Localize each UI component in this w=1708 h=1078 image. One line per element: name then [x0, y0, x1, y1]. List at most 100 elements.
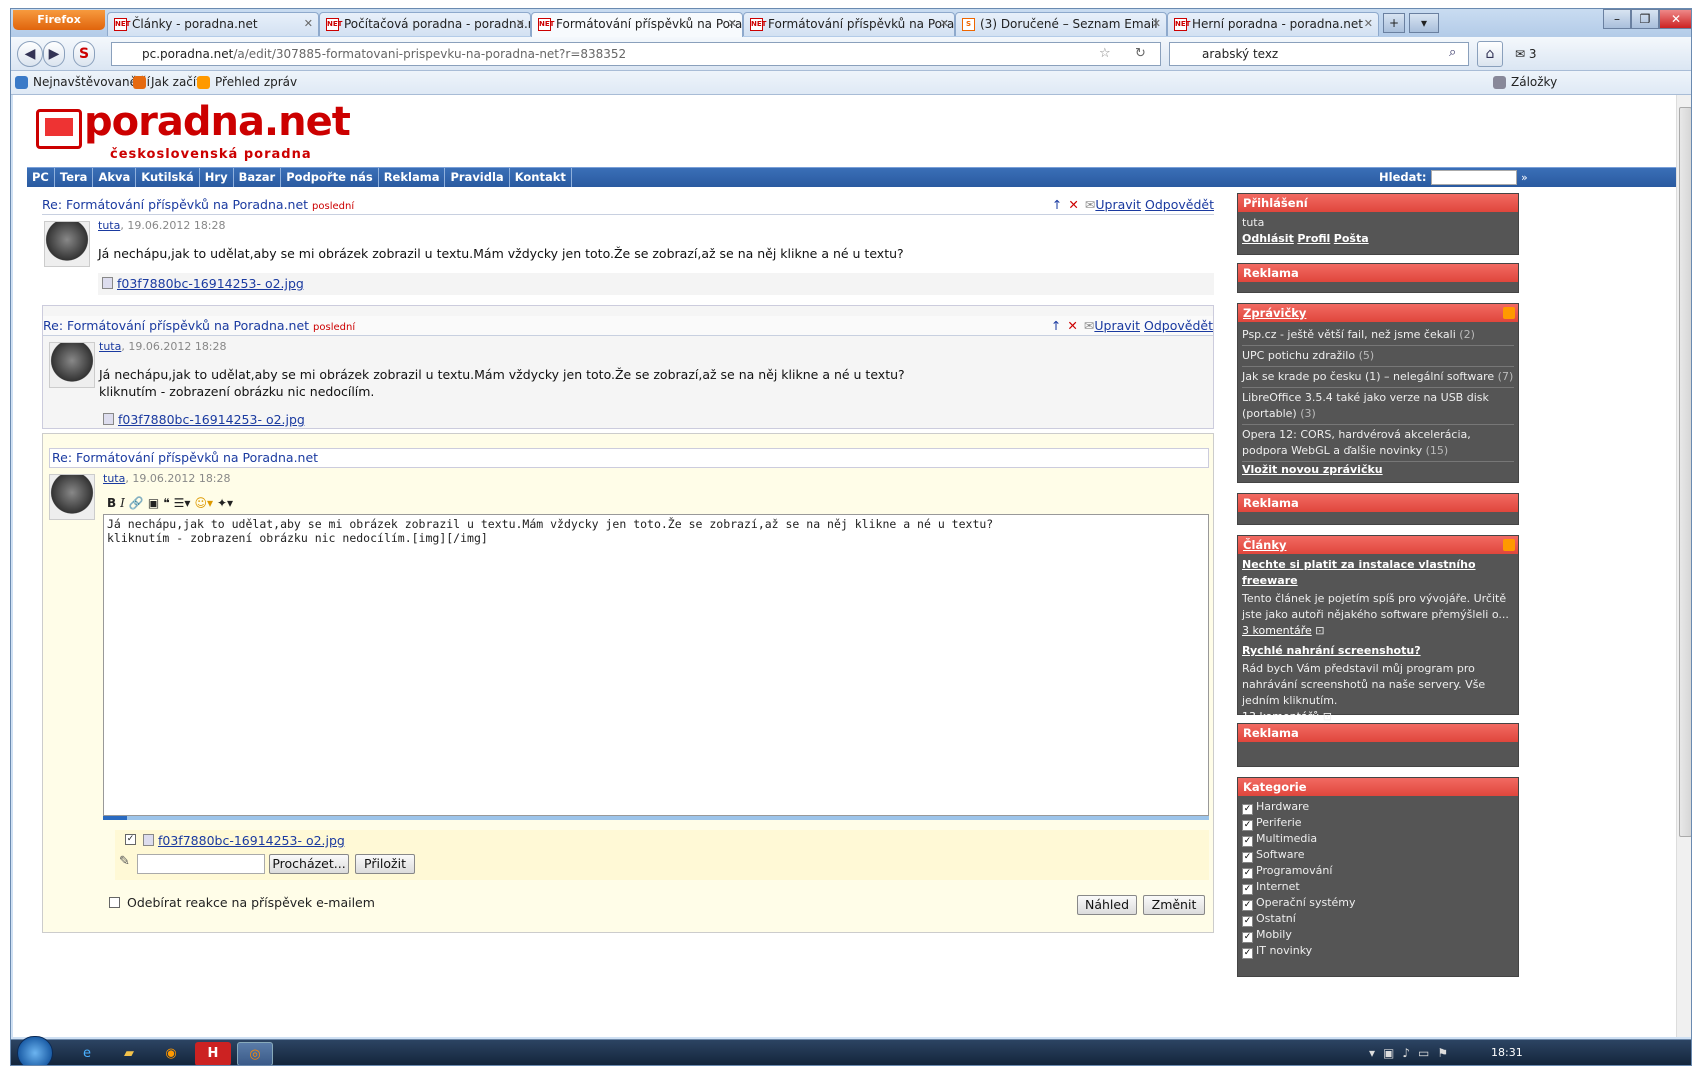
category-mobily[interactable]: ✓ Mobily [1242, 927, 1514, 943]
post-title-text[interactable]: Re: Formátování příspěvků na Poradna.net [42, 197, 308, 212]
special-chars-icon[interactable]: ✦▾ [217, 496, 233, 510]
preview-button[interactable]: Náhled [1077, 895, 1137, 915]
internet-explorer-icon[interactable]: e [69, 1042, 105, 1065]
mail-icon[interactable]: ✉ [1085, 197, 1095, 212]
menu-podporte[interactable]: Podpořte nás [281, 168, 379, 187]
edit-title-input[interactable]: Re: Formátování příspěvků na Poradna.net [49, 448, 1209, 468]
author-link[interactable]: tuta [98, 219, 120, 232]
tab-formatovani-active[interactable]: NETFormátování příspěvků na Poradn...✕ [531, 12, 743, 37]
tab-herni-poradna[interactable]: NET Herní poradna - poradna.net ✕ [1167, 12, 1379, 36]
checkbox-checked-icon[interactable]: ✓ [1242, 836, 1253, 847]
menu-kutilska[interactable]: Kutilská [136, 168, 200, 187]
tab-clanky[interactable]: NET Články - poradna.net ✕ [107, 12, 319, 36]
mail-link[interactable]: Pošta [1334, 232, 1369, 245]
up-arrow-icon[interactable]: ↑ [1051, 318, 1061, 333]
scrollbar-thumb[interactable] [1679, 107, 1691, 837]
reload-icon[interactable]: ↻ [1135, 46, 1146, 61]
attachment-link[interactable]: f03f7880bc-16914253- o2.jpg [117, 276, 304, 291]
clock[interactable]: 18:31 [1491, 1046, 1523, 1059]
site-logo[interactable]: poradna.net československá poradna [34, 99, 351, 163]
post-title-text[interactable]: Re: Formátování příspěvků na Poradna.net [43, 318, 309, 333]
vertical-scrollbar[interactable] [1676, 95, 1691, 1037]
category-os[interactable]: ✓ Operační systémy [1242, 895, 1514, 911]
news-item[interactable]: Psp.cz - ještě větší fail, než jsme čeka… [1242, 325, 1514, 346]
category-ostatni[interactable]: ✓ Ostatní [1242, 911, 1514, 927]
category-internet[interactable]: ✓ Internet [1242, 879, 1514, 895]
italic-icon[interactable]: I [120, 496, 125, 510]
category-software[interactable]: ✓ Software [1242, 847, 1514, 863]
delete-icon[interactable]: ✕ [1068, 197, 1078, 212]
file-path-input[interactable] [137, 854, 265, 874]
app-icon[interactable]: ◉ [153, 1042, 189, 1065]
bookmark-news[interactable]: Přehled zpráv [197, 71, 297, 93]
article-comments-link[interactable]: 3 komentáře [1242, 624, 1312, 637]
checkbox-checked-icon[interactable]: ✓ [1242, 852, 1253, 863]
firefox-taskbar-icon[interactable]: ◎ [237, 1042, 273, 1065]
edit-link[interactable]: Upravit [1094, 318, 1140, 333]
close-window-button[interactable]: ✕ [1659, 9, 1691, 29]
news-item[interactable]: UPC potichu zdražilo (5) [1242, 346, 1514, 367]
change-button[interactable]: Změnit [1143, 895, 1205, 915]
logout-link[interactable]: Odhlásit [1242, 232, 1294, 245]
news-heading[interactable]: Zprávičky [1238, 304, 1518, 322]
checkbox-checked-icon[interactable]: ✓ [1242, 948, 1253, 959]
delete-icon[interactable]: ✕ [1067, 318, 1077, 333]
menu-hry[interactable]: Hry [200, 168, 234, 187]
news-item[interactable]: Jak se krade po česku (1) – nelegální so… [1242, 367, 1514, 388]
close-tab-icon[interactable]: ✕ [1152, 13, 1161, 35]
close-tab-icon[interactable]: ✕ [304, 13, 313, 35]
search-input[interactable]: arabský texz [1169, 42, 1469, 66]
site-search-input[interactable] [1431, 170, 1517, 185]
bookmark-star-icon[interactable]: ☆ [1099, 46, 1111, 61]
link-icon[interactable]: 🔗 [129, 496, 144, 510]
tab-list-button[interactable]: ▾ [1409, 13, 1439, 33]
checkbox-checked-icon[interactable]: ✓ [1242, 900, 1253, 911]
news-item[interactable]: Opera 12: CORS, hardvérová akcelerácia, … [1242, 425, 1514, 462]
attachment-checkbox[interactable]: ✓ [125, 834, 136, 845]
bookmark-getting-started[interactable]: Jak začít [133, 71, 201, 93]
author-link[interactable]: tuta [103, 472, 125, 485]
seznam-s-icon[interactable]: S [73, 41, 95, 67]
menu-pravidla[interactable]: Pravidla [445, 168, 510, 187]
forward-icon[interactable]: ▶ [43, 41, 65, 67]
tab-formatovani-2[interactable]: NETFormátování příspěvků na Poradn...✕ [743, 12, 955, 36]
author-link[interactable]: tuta [99, 340, 121, 353]
textarea-resize-bar[interactable] [103, 816, 1209, 820]
menu-reklama[interactable]: Reklama [379, 168, 446, 187]
checkbox-checked-icon[interactable]: ✓ [1242, 804, 1253, 815]
mail-icon[interactable]: ✉ [1084, 318, 1094, 333]
home-icon[interactable]: ⌂ [1477, 41, 1503, 67]
profile-link[interactable]: Profil [1297, 232, 1330, 245]
list-icon[interactable]: ☰▾ [174, 496, 191, 510]
checkbox-checked-icon[interactable]: ✓ [1242, 868, 1253, 879]
article-comments-link[interactable]: 13 komentářů [1242, 710, 1319, 723]
rss-icon[interactable] [1503, 539, 1515, 551]
close-tab-icon[interactable]: ✕ [940, 13, 949, 35]
tab-pc-poradna[interactable]: NET Počítačová poradna - poradna.net ✕ [319, 12, 531, 36]
add-news-link[interactable]: Vložit novou zprávičku [1242, 463, 1383, 476]
checkbox-checked-icon[interactable]: ✓ [1242, 884, 1253, 895]
close-tab-icon[interactable]: ✕ [728, 13, 737, 35]
attach-button[interactable]: Přiložit [355, 854, 415, 874]
category-periferie[interactable]: ✓ Periferie [1242, 815, 1514, 831]
firefox-menu-button[interactable]: Firefox [13, 10, 105, 30]
close-tab-icon[interactable]: ✕ [1364, 13, 1373, 35]
articles-heading[interactable]: Články [1238, 536, 1518, 554]
mail-notifier[interactable]: ✉ 3 [1515, 43, 1557, 65]
reply-link[interactable]: Odpovědět [1144, 318, 1213, 333]
site-search-go[interactable]: » [1521, 168, 1528, 187]
url-bar[interactable]: pc.poradna.net/a/edit/307885-formatovani… [111, 42, 1161, 66]
bookmark-most-visited[interactable]: Nejnavštěvovanější [15, 71, 150, 93]
category-programovani[interactable]: ✓ Programování [1242, 863, 1514, 879]
menu-akva[interactable]: Akva [93, 168, 137, 187]
menu-tera[interactable]: Tera [55, 168, 94, 187]
up-arrow-icon[interactable]: ↑ [1052, 197, 1062, 212]
article-title-link[interactable]: Rychlé nahrání screenshotu? [1242, 644, 1421, 657]
attachment-link[interactable]: f03f7880bc-16914253- o2.jpg [158, 833, 345, 848]
reply-link[interactable]: Odpovědět [1145, 197, 1214, 212]
menu-pc[interactable]: PC [27, 168, 55, 187]
image-icon[interactable]: ▣ [148, 496, 159, 510]
checkbox-checked-icon[interactable]: ✓ [1242, 820, 1253, 831]
browse-button[interactable]: Procházet... [269, 854, 349, 874]
bold-icon[interactable]: B [107, 496, 116, 510]
